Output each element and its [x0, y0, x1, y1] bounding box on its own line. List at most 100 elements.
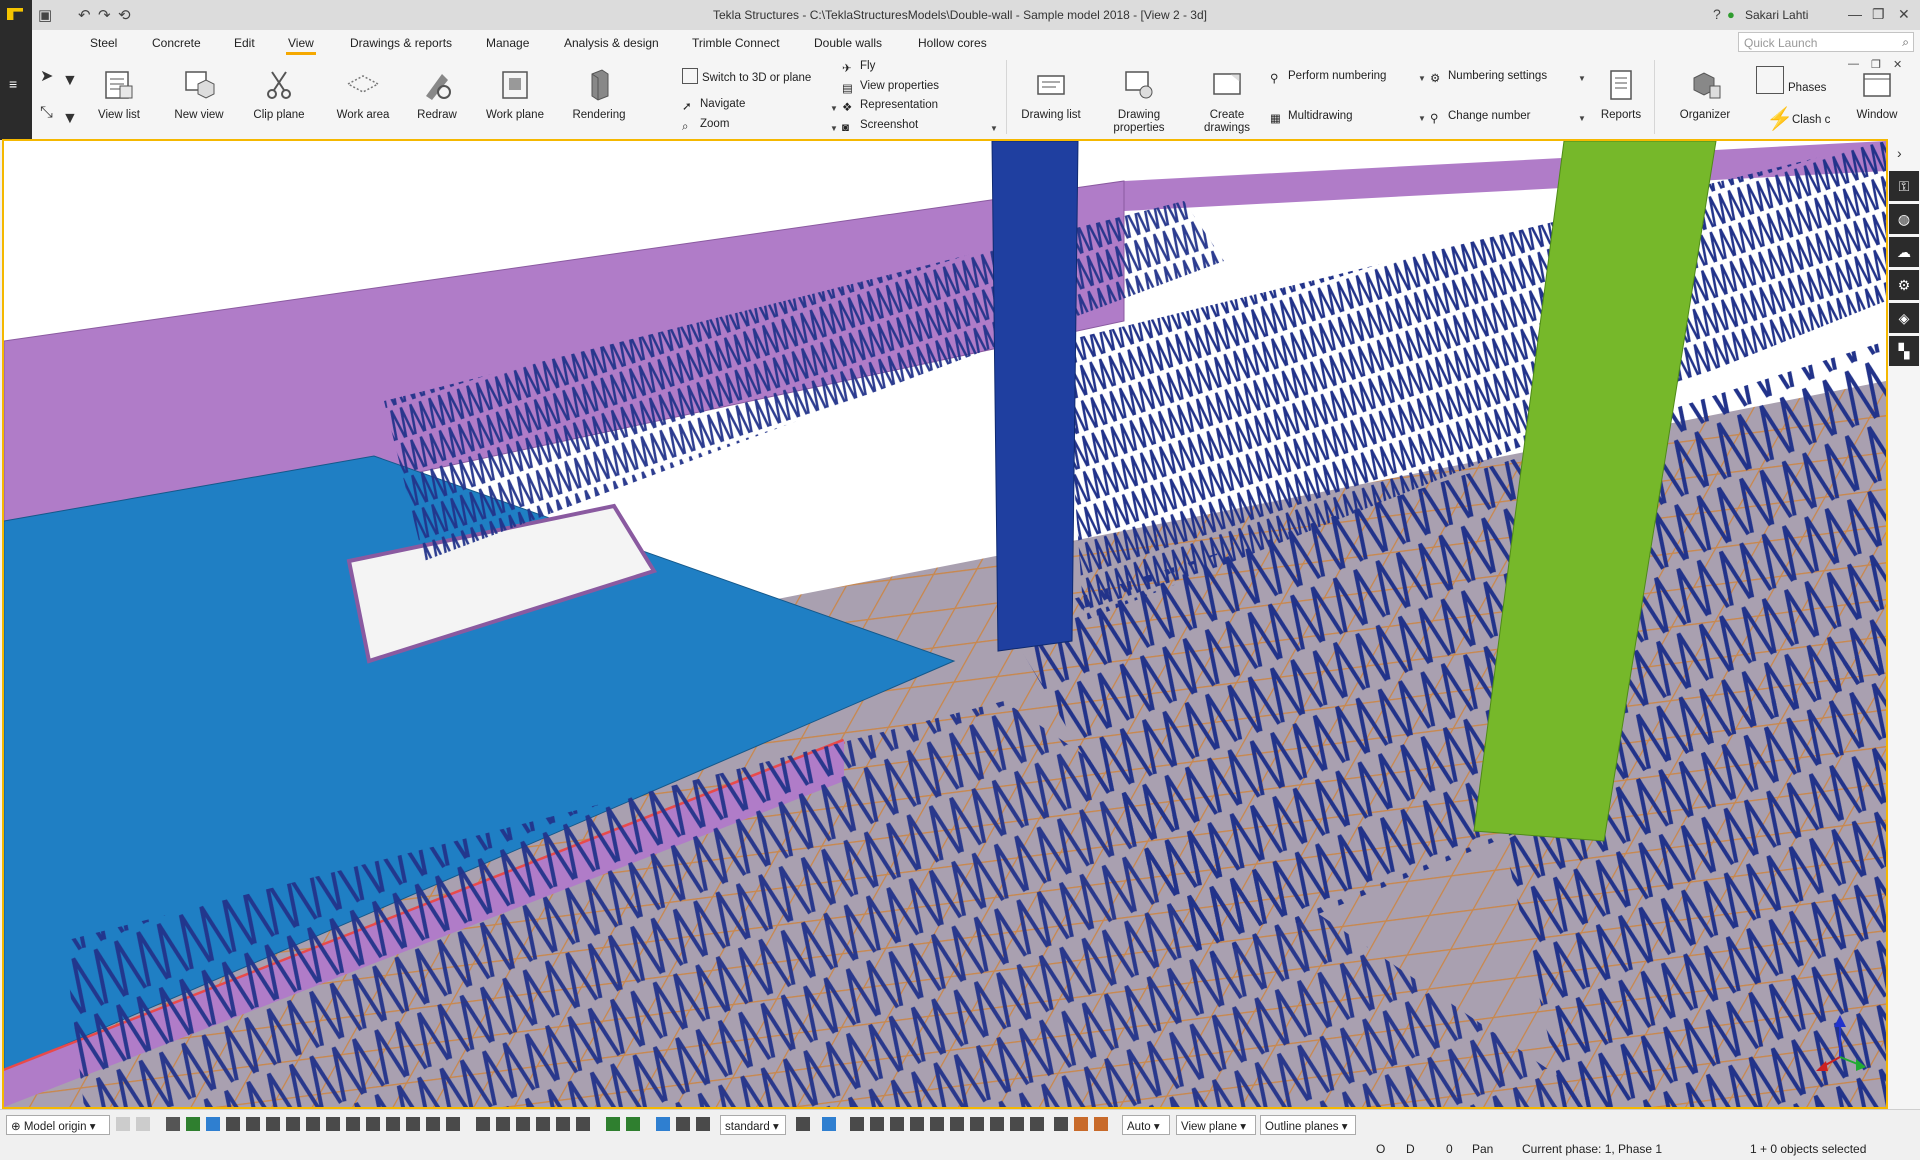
snap-icon[interactable] — [116, 1117, 130, 1131]
snap-tool-icon[interactable] — [890, 1117, 904, 1131]
select-tool-icon[interactable] — [366, 1117, 380, 1131]
tab-hollow-cores[interactable]: Hollow cores — [916, 36, 989, 50]
select-tool-icon[interactable] — [226, 1117, 240, 1131]
snap-tool-icon[interactable] — [676, 1117, 690, 1131]
model-view-3d[interactable] — [2, 139, 1888, 1109]
minimize-button[interactable]: — — [1848, 6, 1862, 22]
select-arrow-icon[interactable]: ➤ — [40, 66, 53, 86]
window-button[interactable]: Window — [1840, 62, 1914, 138]
snap-tool-icon[interactable] — [850, 1117, 864, 1131]
snap-tool-icon[interactable] — [1074, 1117, 1088, 1131]
outline-planes-select[interactable]: Outline planes ▾ — [1260, 1115, 1356, 1135]
snap-tool-icon[interactable] — [576, 1117, 590, 1131]
tab-steel[interactable]: Steel — [88, 36, 119, 50]
tab-analysis-design[interactable]: Analysis & design — [562, 36, 661, 50]
snap-tool-icon[interactable] — [1030, 1117, 1044, 1131]
chevron-down-icon[interactable]: ▼ — [62, 110, 78, 128]
view-properties-button[interactable]: ▤ View properties — [842, 80, 939, 98]
snap-tool-icon[interactable] — [930, 1117, 944, 1131]
close-button[interactable]: ✕ — [1898, 6, 1910, 23]
tab-concrete[interactable]: Concrete — [150, 36, 203, 50]
gear-icon[interactable]: ⚙ — [1889, 270, 1919, 300]
snap-tool-icon[interactable] — [556, 1117, 570, 1131]
snap-tool-icon[interactable] — [796, 1117, 810, 1131]
tab-manage[interactable]: Manage — [484, 36, 531, 50]
select-tool-icon[interactable] — [206, 1117, 220, 1131]
auto-select[interactable]: Auto ▾ — [1122, 1115, 1170, 1135]
standard-select[interactable]: standard ▾ — [720, 1115, 786, 1135]
select-tool-icon[interactable] — [186, 1117, 200, 1131]
snap-tool-icon[interactable] — [496, 1117, 510, 1131]
view-list-button[interactable]: View list — [82, 62, 156, 138]
select-tool-icon[interactable] — [246, 1117, 260, 1131]
multidrawing-button[interactable]: ▦ Multidrawing — [1270, 110, 1353, 128]
select-tool-icon[interactable] — [166, 1117, 180, 1131]
change-number-button[interactable]: ⚲ Change number — [1430, 110, 1530, 128]
clip-plane-button[interactable]: Clip plane — [242, 62, 316, 138]
restore-view-button[interactable]: ❐ — [1871, 58, 1881, 71]
drawing-properties-button[interactable]: Drawing properties — [1102, 62, 1176, 138]
snap-tool-icon[interactable] — [606, 1117, 620, 1131]
model-canvas[interactable] — [4, 141, 1886, 1107]
select-tool-icon[interactable] — [446, 1117, 460, 1131]
work-plane-button[interactable]: Work plane — [478, 62, 552, 138]
ortho-indicator[interactable]: O — [1376, 1142, 1385, 1156]
snap-tool-icon[interactable] — [870, 1117, 884, 1131]
new-view-button[interactable]: New view — [162, 62, 236, 138]
current-phase[interactable]: Current phase: 1, Phase 1 — [1522, 1142, 1662, 1156]
model-origin-select[interactable]: ⊕ Model origin ▾ — [6, 1115, 110, 1135]
screenshot-button[interactable]: ◙ Screenshot — [842, 119, 918, 137]
chevron-right-icon[interactable]: › — [1897, 145, 1902, 161]
tab-double-walls[interactable]: Double walls — [812, 36, 884, 50]
select-tool-icon[interactable] — [266, 1117, 280, 1131]
help-icon[interactable]: ? — [1713, 6, 1721, 22]
snap-tool-icon[interactable] — [1094, 1117, 1108, 1131]
reports-button[interactable]: Reports — [1584, 62, 1658, 138]
rendering-button[interactable]: Rendering — [562, 62, 636, 138]
snap-tool-icon[interactable] — [536, 1117, 550, 1131]
snap-tool-icon[interactable] — [1054, 1117, 1068, 1131]
cloud-icon[interactable]: ☁ — [1889, 237, 1919, 267]
select-tool-icon[interactable] — [346, 1117, 360, 1131]
select-tool-icon[interactable] — [306, 1117, 320, 1131]
globe-icon[interactable]: ◍ — [1889, 204, 1919, 234]
snap-tool-icon[interactable] — [656, 1117, 670, 1131]
quick-launch-input[interactable]: Quick Launch ⌕ — [1738, 32, 1914, 52]
close-view-button[interactable]: ✕ — [1893, 58, 1902, 71]
view-plane-select[interactable]: View plane ▾ — [1176, 1115, 1256, 1135]
snap-tool-icon[interactable] — [970, 1117, 984, 1131]
select-tool-icon[interactable] — [386, 1117, 400, 1131]
cube-icon[interactable]: ◈ — [1889, 303, 1919, 333]
chevron-down-icon[interactable]: ▼ — [830, 104, 838, 113]
chevron-down-icon[interactable]: ▼ — [830, 124, 838, 133]
numbering-settings-button[interactable]: ⚙ Numbering settings — [1430, 70, 1547, 88]
select-tool-icon[interactable] — [426, 1117, 440, 1131]
clash-check-button[interactable]: ⚡Clash c — [1766, 106, 1830, 131]
snap-tool-icon[interactable] — [822, 1117, 836, 1131]
select-tool-icon[interactable] — [406, 1117, 420, 1131]
fly-button[interactable]: ✈ Fly — [842, 60, 875, 78]
snap-tool-icon[interactable] — [626, 1117, 640, 1131]
minimize-view-button[interactable]: — — [1848, 58, 1859, 70]
snap-tool-icon[interactable] — [476, 1117, 490, 1131]
chevron-down-icon[interactable]: ▼ — [62, 72, 78, 90]
snap-tool-icon[interactable] — [990, 1117, 1004, 1131]
tab-trimble-connect[interactable]: Trimble Connect — [690, 36, 782, 50]
tab-drawings-reports[interactable]: Drawings & reports — [348, 36, 454, 50]
user-name[interactable]: Sakari Lahti — [1745, 8, 1808, 22]
redraw-button[interactable]: Redraw — [400, 62, 474, 138]
snap-icon[interactable] — [136, 1117, 150, 1131]
snap-tool-icon[interactable] — [1010, 1117, 1024, 1131]
phases-button[interactable]: Phases — [1756, 66, 1826, 94]
tab-view[interactable]: View — [286, 36, 316, 55]
perform-numbering-button[interactable]: ⚲ Perform numbering — [1270, 70, 1386, 88]
snap-tool-icon[interactable]: ⤡ — [40, 104, 53, 122]
create-drawings-button[interactable]: Create drawings — [1190, 62, 1264, 138]
representation-button[interactable]: ❖ Representation — [842, 99, 938, 117]
select-tool-icon[interactable] — [326, 1117, 340, 1131]
properties-icon[interactable]: ⚿ — [1889, 171, 1919, 201]
snap-tool-icon[interactable] — [950, 1117, 964, 1131]
tab-edit[interactable]: Edit — [232, 36, 257, 50]
select-tool-icon[interactable] — [286, 1117, 300, 1131]
chevron-down-icon[interactable]: ▼ — [1418, 74, 1426, 83]
